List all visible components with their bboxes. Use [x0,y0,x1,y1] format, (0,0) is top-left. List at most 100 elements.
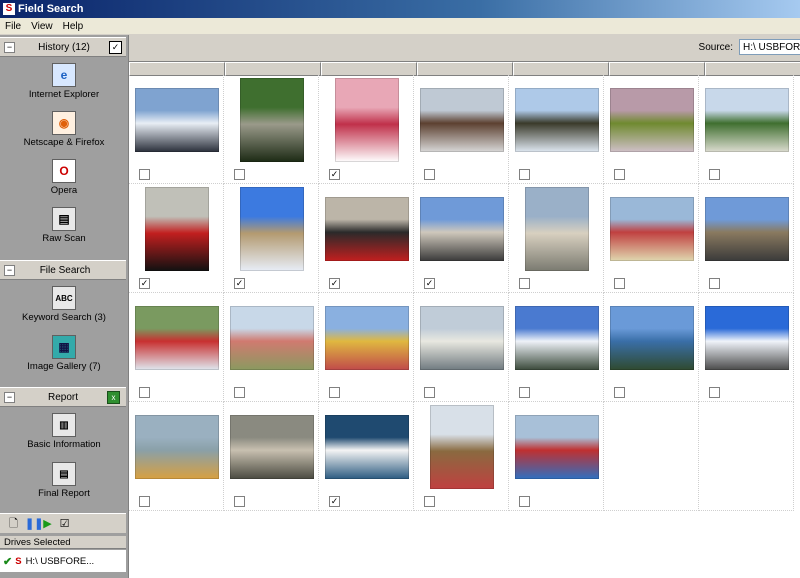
thumbnail-cell[interactable] [414,293,509,402]
menu-view[interactable]: View [26,21,58,32]
thumbnail-cell[interactable] [604,75,699,184]
collapse-icon[interactable]: − [4,41,15,53]
sidebar-item-opera[interactable]: O Opera [0,159,128,196]
thumbnail-cell[interactable] [699,75,794,184]
image-thumbnail[interactable] [240,78,304,162]
thumbnail-cell[interactable] [319,293,414,402]
thumbnail-cell[interactable]: ✓ [224,184,319,293]
menu-file[interactable]: File [0,21,26,32]
image-thumbnail[interactable] [610,88,694,152]
sidebar-item-netscape-firefox[interactable]: ◉ Netscape & Firefox [0,111,128,148]
thumbnail-cell[interactable]: ✓ [129,184,224,293]
column-header[interactable] [417,62,513,76]
sidebar-item-final-report[interactable]: ▤ Final Report [0,462,128,499]
export-icon[interactable]: x [107,390,120,404]
history-checkbox[interactable]: ✓ [109,40,122,54]
image-thumbnail[interactable] [705,197,789,261]
report-section-header[interactable]: − Report x [0,387,126,407]
select-checkbox[interactable] [709,387,720,398]
thumbnail-cell[interactable]: ✓ [319,402,414,511]
column-header[interactable] [609,62,705,76]
sidebar-item-basic-information[interactable]: ▥ Basic Information [0,413,128,450]
pause-icon[interactable]: ❚❚ [25,518,43,530]
thumbnail-cell[interactable] [509,402,604,511]
column-header[interactable] [129,62,225,76]
select-checkbox[interactable] [614,169,625,180]
thumbnail-cell[interactable] [509,184,604,293]
collapse-icon[interactable]: − [4,264,15,276]
select-checkbox[interactable] [234,496,245,507]
column-header[interactable] [705,62,800,76]
history-section-header[interactable]: − History (12) ✓ [0,37,126,57]
image-thumbnail[interactable] [135,306,219,370]
file-search-section-header[interactable]: − File Search [0,260,126,280]
select-checkbox[interactable] [709,278,720,289]
image-thumbnail[interactable] [230,415,314,479]
image-thumbnail[interactable] [135,415,219,479]
select-checkbox[interactable] [139,169,150,180]
select-checkbox[interactable] [139,496,150,507]
sidebar-item-raw-scan[interactable]: ▤ Raw Scan [0,207,128,244]
image-thumbnail[interactable] [420,88,504,152]
select-checkbox[interactable] [234,387,245,398]
thumbnail-cell[interactable] [604,293,699,402]
sidebar-item-internet-explorer[interactable]: e Internet Explorer [0,63,128,100]
column-header[interactable] [513,62,609,76]
select-checkbox[interactable] [614,387,625,398]
image-thumbnail[interactable] [420,306,504,370]
play-icon[interactable]: ▶ [42,518,53,530]
column-header[interactable] [225,62,321,76]
thumbnail-cell[interactable] [224,293,319,402]
select-checkbox[interactable] [519,496,530,507]
thumbnail-cell[interactable] [129,402,224,511]
select-checkbox[interactable] [329,387,340,398]
select-checkbox[interactable] [614,278,625,289]
image-thumbnail[interactable] [135,88,219,152]
select-checkbox[interactable]: ✓ [234,278,245,289]
image-thumbnail[interactable] [230,306,314,370]
select-checkbox[interactable] [234,169,245,180]
image-thumbnail[interactable] [420,197,504,261]
select-checkbox[interactable] [139,387,150,398]
sidebar-item-image-gallery[interactable]: ▦ Image Gallery (7) [0,335,128,372]
thumbnail-cell[interactable] [224,402,319,511]
image-thumbnail[interactable] [705,88,789,152]
new-file-icon[interactable]: 🗋 [8,518,19,530]
image-thumbnail[interactable] [325,415,409,479]
source-field[interactable]: H:\ USBFORE [739,39,800,55]
select-checkbox[interactable] [424,496,435,507]
thumbnail-cell[interactable] [699,293,794,402]
thumbnail-cell[interactable] [604,184,699,293]
image-thumbnail[interactable] [515,415,599,479]
select-checkbox[interactable] [519,169,530,180]
select-checkbox[interactable]: ✓ [424,278,435,289]
select-checkbox[interactable] [519,278,530,289]
collapse-icon[interactable]: − [4,391,15,403]
thumbnail-cell[interactable] [129,293,224,402]
image-thumbnail[interactable] [515,306,599,370]
select-checkbox[interactable]: ✓ [139,278,150,289]
checklist-icon[interactable]: ☑ [59,518,70,530]
thumbnail-cell[interactable] [509,293,604,402]
image-thumbnail[interactable] [325,306,409,370]
image-thumbnail[interactable] [335,78,399,162]
image-thumbnail[interactable] [610,197,694,261]
select-checkbox[interactable] [709,169,720,180]
thumbnail-cell[interactable] [414,75,509,184]
thumbnail-cell[interactable]: ✓ [414,184,509,293]
image-thumbnail[interactable] [610,306,694,370]
image-thumbnail[interactable] [705,306,789,370]
thumbnail-cell[interactable] [509,75,604,184]
select-checkbox[interactable]: ✓ [329,496,340,507]
select-checkbox[interactable] [424,387,435,398]
select-checkbox[interactable]: ✓ [329,278,340,289]
image-thumbnail[interactable] [515,88,599,152]
column-header[interactable] [321,62,417,76]
thumbnail-cell[interactable] [129,75,224,184]
image-thumbnail[interactable] [240,187,304,271]
image-thumbnail[interactable] [145,187,209,271]
menu-help[interactable]: Help [58,21,89,32]
thumbnail-cell[interactable] [699,184,794,293]
image-thumbnail[interactable] [430,405,494,489]
thumbnail-cell[interactable] [414,402,509,511]
